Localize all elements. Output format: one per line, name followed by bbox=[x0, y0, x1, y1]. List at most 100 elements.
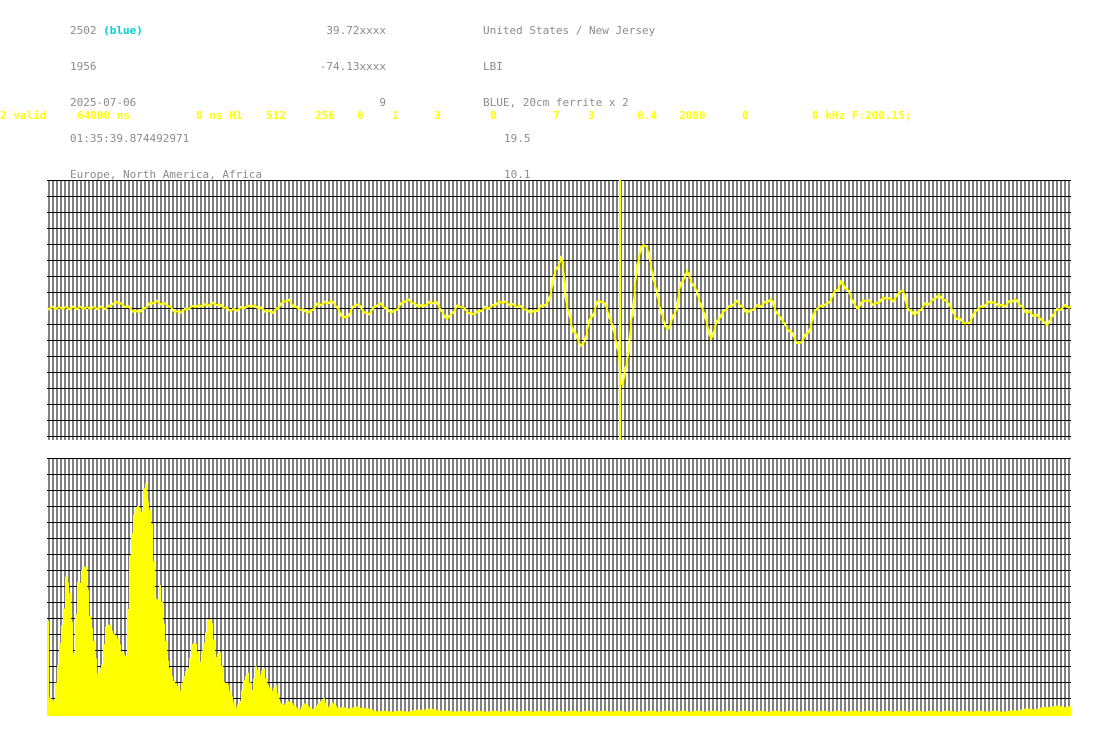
spectrum-bar bbox=[361, 708, 363, 716]
spectrum-bar bbox=[945, 710, 947, 716]
spectrum-bar bbox=[159, 585, 161, 716]
antenna-text: BLUE, 20cm ferrite x 2 bbox=[483, 96, 629, 109]
spectrum-bar bbox=[71, 621, 73, 716]
spectrum-bar bbox=[893, 711, 895, 716]
spectrum-bar bbox=[817, 711, 819, 716]
spectrum-bar bbox=[623, 711, 625, 716]
spectrum-bar bbox=[83, 566, 85, 716]
spectrum-bar bbox=[459, 711, 461, 716]
status-field-7: 1 bbox=[392, 109, 399, 122]
spectrum-bar bbox=[289, 701, 291, 716]
spectrum-bar bbox=[1033, 709, 1035, 716]
spectrum-bar bbox=[847, 711, 849, 716]
spectrum-bar bbox=[429, 708, 431, 716]
latitude-text: 39.72xxxx bbox=[326, 24, 386, 37]
spectrum-bar bbox=[737, 711, 739, 716]
spectrum-bar bbox=[503, 711, 505, 716]
spectrum-bar bbox=[187, 667, 189, 716]
spectrum-bar bbox=[677, 711, 679, 716]
station-number: 1956 bbox=[70, 60, 97, 73]
count-text: 9 bbox=[379, 96, 386, 109]
spectrum-bar bbox=[245, 675, 247, 716]
spectrum-bar bbox=[363, 707, 365, 716]
spectrum-bar bbox=[1031, 709, 1033, 716]
spectrum-bar bbox=[673, 711, 675, 716]
spectrum-bar bbox=[669, 711, 671, 716]
spectrum-bar bbox=[891, 711, 893, 716]
spectrum-bar bbox=[981, 711, 983, 716]
spectrum-bar bbox=[179, 690, 181, 716]
spectrum-bar bbox=[173, 680, 175, 716]
spectrum-bar bbox=[781, 711, 783, 716]
spectrum-bar bbox=[421, 709, 423, 716]
spectrum-bar bbox=[1027, 708, 1029, 716]
spectrum-bar bbox=[1001, 711, 1003, 716]
spectrum-bar bbox=[225, 682, 227, 716]
spectrum-bar bbox=[391, 711, 393, 716]
spectrum-bar bbox=[273, 687, 275, 716]
spectrum-bar bbox=[351, 707, 353, 716]
spectrum-bar bbox=[349, 708, 351, 716]
spectrum-bar bbox=[965, 711, 967, 716]
spectrum-bar bbox=[113, 634, 115, 716]
spectrum-bar bbox=[627, 711, 629, 716]
spectrum-bar bbox=[291, 703, 293, 716]
spectrum-bar bbox=[795, 711, 797, 716]
spectrum-bar bbox=[953, 711, 955, 716]
spectrum-bar bbox=[969, 711, 971, 716]
spectrum-bar bbox=[511, 711, 513, 716]
spectrum-bar bbox=[1069, 706, 1071, 716]
spectrum-bar bbox=[1023, 708, 1025, 716]
spectrum-bar bbox=[77, 581, 79, 716]
spectrum-bar bbox=[167, 660, 169, 716]
spectrum-bar bbox=[1047, 707, 1049, 716]
spectrum-bar bbox=[853, 710, 855, 716]
spectrum-bar bbox=[293, 704, 295, 716]
spectrum-bar bbox=[469, 711, 471, 716]
spectrum-bar bbox=[833, 711, 835, 716]
spectrum-bar bbox=[491, 710, 493, 716]
time-text: 01:35:39.874492971 bbox=[70, 132, 190, 145]
spectrum-bar bbox=[329, 705, 331, 716]
spectrum-bar bbox=[983, 711, 985, 716]
status-offset: 0 ns H1 bbox=[196, 109, 243, 122]
spectrum-bar bbox=[719, 711, 721, 716]
spectrum-bar bbox=[759, 710, 761, 716]
header-col3: United States / New Jersey LBI BLUE, 20c… bbox=[483, 1, 655, 193]
spectrum-bar bbox=[991, 711, 993, 716]
spectrum-bar bbox=[693, 711, 695, 716]
spectrum-bar bbox=[931, 710, 933, 716]
spectrum-bar bbox=[993, 710, 995, 716]
spectrum-bar bbox=[877, 711, 879, 716]
spectrum-bar bbox=[505, 711, 507, 716]
spectrum-bar bbox=[61, 625, 63, 716]
spectrum-bar bbox=[763, 711, 765, 716]
spectrum-bar bbox=[629, 711, 631, 716]
spectrum-bar bbox=[345, 708, 347, 716]
spectrum-bar bbox=[949, 710, 951, 716]
spectrum-bar bbox=[709, 711, 711, 716]
spectrum-bar bbox=[609, 711, 611, 716]
spectrum-bar bbox=[671, 711, 673, 716]
spectrum-bar bbox=[85, 567, 87, 716]
status-field-9: 0 bbox=[490, 109, 497, 122]
spectrum-bar bbox=[553, 711, 555, 716]
spectrum-bar bbox=[871, 711, 873, 716]
spectrum-bar bbox=[889, 711, 891, 716]
spectrum-bar bbox=[527, 711, 529, 716]
spectrum-bar bbox=[233, 702, 235, 716]
spectrum-bar bbox=[743, 710, 745, 716]
spectrum-bar bbox=[65, 576, 67, 716]
waveform-panel bbox=[47, 180, 1071, 440]
spectrum-bar bbox=[573, 710, 575, 716]
spectrum-bar bbox=[651, 710, 653, 716]
status-field-11: 3 bbox=[588, 109, 595, 122]
spectrum-bar bbox=[413, 710, 415, 716]
spectrum-bar bbox=[455, 711, 457, 716]
spectrum-bar bbox=[915, 710, 917, 716]
spectrum-bar bbox=[717, 711, 719, 716]
spectrum-bar bbox=[143, 488, 145, 716]
spectrum-bar bbox=[393, 711, 395, 716]
spectrum-bar bbox=[401, 710, 403, 716]
spectrum-bar bbox=[591, 711, 593, 716]
